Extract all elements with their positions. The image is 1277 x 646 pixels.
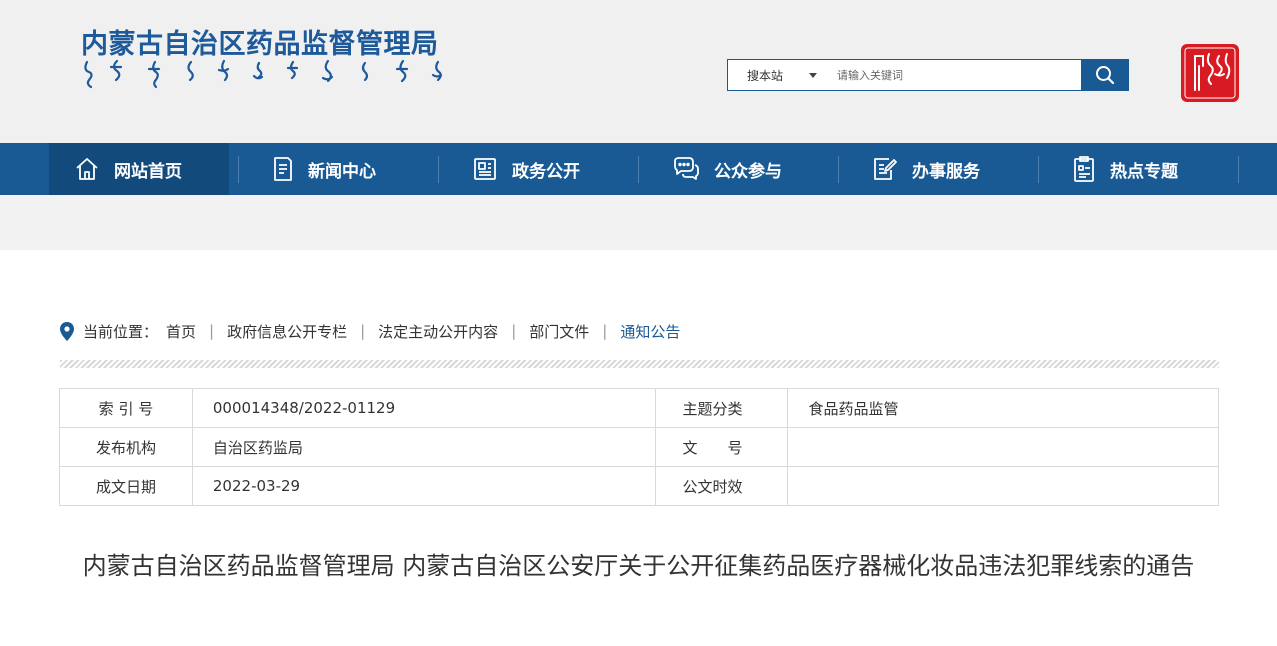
banner-band bbox=[0, 195, 1277, 250]
striped-divider bbox=[60, 360, 1219, 368]
breadcrumb-separator: | bbox=[511, 322, 517, 340]
nav-item-hot-topics[interactable]: 热点专题 bbox=[1072, 143, 1178, 195]
home-icon bbox=[76, 158, 98, 180]
nav-label: 网站首页 bbox=[114, 161, 182, 182]
nav-divider bbox=[638, 156, 639, 183]
nav-divider bbox=[1238, 156, 1239, 183]
breadcrumb: 当前位置： 首页 | 政府信息公开专栏 | 法定主动公开内容 | 部门文件 | … bbox=[60, 320, 680, 342]
breadcrumb-separator: | bbox=[209, 322, 215, 340]
caret-down-icon bbox=[809, 73, 817, 78]
validity-label: 公文时效 bbox=[654, 466, 789, 506]
nav-item-public-participation[interactable]: 公众参与 bbox=[672, 143, 782, 195]
site-title[interactable]: 内蒙古自治区药品监督管理局 bbox=[81, 22, 439, 61]
table-row: 发布机构 自治区药监局 文 号 bbox=[59, 427, 1219, 467]
news-document-icon bbox=[274, 157, 292, 181]
search-bar: 搜本站 bbox=[727, 59, 1129, 91]
location-pin-icon bbox=[60, 321, 74, 341]
clipboard-icon bbox=[1074, 156, 1094, 182]
breadcrumb-home[interactable]: 首页 bbox=[166, 321, 196, 342]
chat-bubbles-icon bbox=[674, 157, 699, 180]
mongolian-seal-logo bbox=[1181, 44, 1239, 102]
nav-label: 新闻中心 bbox=[308, 161, 376, 182]
index-number-value: 000014348/2022-01129 bbox=[191, 388, 656, 428]
date-written-value: 2022-03-29 bbox=[191, 466, 656, 506]
date-written-label: 成文日期 bbox=[59, 466, 193, 506]
breadcrumb-gov-info[interactable]: 政府信息公开专栏 bbox=[227, 321, 347, 342]
validity-value bbox=[787, 466, 1219, 506]
nav-divider bbox=[838, 156, 839, 183]
subject-category-label: 主题分类 bbox=[654, 388, 789, 428]
nav-label: 办事服务 bbox=[912, 161, 980, 182]
nav-item-news[interactable]: 新闻中心 bbox=[272, 143, 376, 195]
site-header: 内蒙古自治区药品监督管理局 搜本站 bbox=[0, 0, 1277, 143]
document-number-value bbox=[787, 427, 1219, 467]
main-navigation: 网站首页 新闻中心 政务公开 公众参与 办事服务 热点专题 bbox=[0, 143, 1277, 195]
mongolian-script-logo bbox=[84, 59, 443, 89]
breadcrumb-statutory-content[interactable]: 法定主动公开内容 bbox=[378, 321, 498, 342]
nav-label: 热点专题 bbox=[1110, 161, 1178, 182]
table-row: 成文日期 2022-03-29 公文时效 bbox=[59, 466, 1219, 506]
nav-item-home[interactable]: 网站首页 bbox=[49, 143, 229, 195]
subject-category-value: 食品药品监管 bbox=[787, 388, 1219, 428]
nav-item-services[interactable]: 办事服务 bbox=[872, 143, 980, 195]
newspaper-icon bbox=[474, 158, 496, 180]
nav-label: 公众参与 bbox=[714, 161, 782, 182]
search-button[interactable] bbox=[1081, 59, 1129, 91]
breadcrumb-separator: | bbox=[360, 322, 366, 340]
document-number-label: 文 号 bbox=[654, 427, 789, 467]
breadcrumb-label: 当前位置： bbox=[83, 322, 159, 341]
nav-label: 政务公开 bbox=[512, 161, 580, 182]
search-input[interactable] bbox=[824, 60, 1081, 90]
nav-divider bbox=[1038, 156, 1039, 183]
table-row: 索 引 号 000014348/2022-01129 主题分类 食品药品监管 bbox=[59, 388, 1219, 428]
search-scope-label: 搜本站 bbox=[747, 68, 784, 83]
publisher-value: 自治区药监局 bbox=[191, 427, 656, 467]
nav-item-government-affairs[interactable]: 政务公开 bbox=[472, 143, 580, 195]
article-title: 内蒙古自治区药品监督管理局 内蒙古自治区公安厅关于公开征集药品医疗器械化妆品违法… bbox=[82, 552, 1195, 580]
search-scope-dropdown[interactable]: 搜本站 bbox=[728, 60, 824, 90]
index-number-label: 索 引 号 bbox=[59, 388, 193, 428]
breadcrumb-separator: | bbox=[602, 322, 608, 340]
nav-divider bbox=[438, 156, 439, 183]
search-icon bbox=[1096, 66, 1115, 85]
form-edit-icon bbox=[874, 158, 897, 180]
breadcrumb-department-files[interactable]: 部门文件 bbox=[529, 321, 589, 342]
breadcrumb-notices[interactable]: 通知公告 bbox=[620, 321, 680, 342]
document-info-table: 索 引 号 000014348/2022-01129 主题分类 食品药品监管 发… bbox=[59, 388, 1219, 506]
nav-divider bbox=[238, 156, 239, 183]
publisher-label: 发布机构 bbox=[59, 427, 193, 467]
